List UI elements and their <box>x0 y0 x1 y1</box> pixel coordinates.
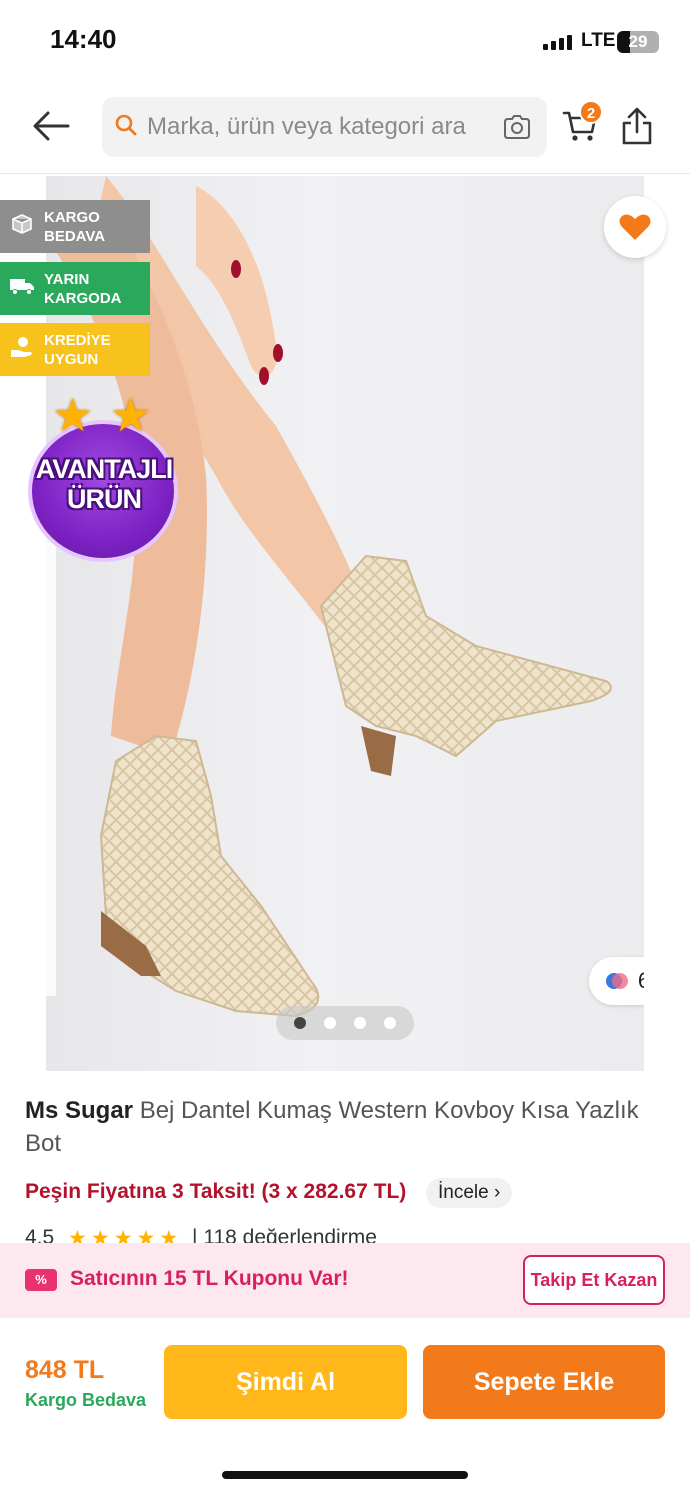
truck-icon <box>0 276 44 302</box>
search-placeholder: Marka, ürün veya kategori ara <box>147 113 466 140</box>
carousel-dot[interactable] <box>324 1017 336 1029</box>
signal-icon <box>543 34 572 50</box>
incele-label: İncele <box>438 1182 489 1203</box>
price: 848 TL <box>25 1356 105 1384</box>
review-count: | 118 değerlendirme <box>192 1226 377 1244</box>
search-bar[interactable]: Marka, ürün veya kategori ara <box>102 97 547 157</box>
box-icon <box>0 213 44 241</box>
add-to-cart-button[interactable]: Sepete Ekle <box>423 1345 665 1419</box>
buy-now-button[interactable]: Şimdi Al <box>164 1345 407 1419</box>
credit-eligible-badge: KREDİYE UYGUN <box>0 323 150 376</box>
product-title: Ms Sugar Bej Dantel Kumaş Western Kovboy… <box>25 1094 665 1160</box>
status-bar: 14:40 LTE 29 <box>0 0 690 84</box>
seller-coupon-banner: % Satıcının 15 TL Kuponu Var! Takip Et K… <box>0 1243 690 1317</box>
carousel-dot[interactable] <box>354 1017 366 1029</box>
product-detail-page: 14:40 LTE 29 Marka, ürün veya kategori a… <box>0 0 690 1493</box>
home-indicator[interactable] <box>222 1471 468 1479</box>
heart-icon <box>619 214 651 240</box>
variant-count: 6 <box>638 968 644 994</box>
carousel-dot[interactable] <box>294 1017 306 1029</box>
free-shipping-label: KARGO BEDAVA <box>44 208 106 245</box>
battery-level: 29 <box>628 32 648 51</box>
coupon-icon: % <box>25 1269 57 1291</box>
status-time: 14:40 <box>50 24 117 54</box>
free-shipping-text: Kargo Bedava <box>25 1390 147 1410</box>
star-icon: ★ <box>110 389 152 441</box>
sticker-line1: AVANTAJLI <box>35 454 174 484</box>
follow-and-earn-button[interactable]: Takip Et Kazan <box>523 1255 665 1305</box>
chevron-right-icon: › <box>493 1182 501 1203</box>
rating-row[interactable]: 4.5 ★★★★★ | 118 değerlendirme <box>25 1226 665 1244</box>
camera-icon[interactable] <box>502 113 532 141</box>
advantageous-product-sticker: ★ ★ AVANTAJLI ÜRÜN <box>16 392 192 564</box>
free-shipping-badge: KARGO BEDAVA <box>0 200 150 253</box>
cart-count-badge: 2 <box>579 100 603 124</box>
search-icon <box>115 114 137 136</box>
coupon-text: Satıcının 15 TL Kuponu Var! <box>70 1267 349 1290</box>
rating-value: 4.5 <box>25 1226 55 1244</box>
next-day-shipping-badge: YARIN KARGODA <box>0 262 150 315</box>
bottom-action-bar: 848 TL Kargo Bedava Şimdi Al Sepete Ekle <box>0 1317 690 1493</box>
favorite-button[interactable] <box>604 196 666 258</box>
share-icon[interactable] <box>620 106 654 146</box>
battery-icon: 29 <box>617 31 659 53</box>
carousel-dots[interactable] <box>276 1006 414 1040</box>
color-variants-icon <box>605 973 628 989</box>
installment-text: Peşin Fiyatına 3 Taksit! (3 x 282.67 TL) <box>25 1180 407 1203</box>
next-day-shipping-label: YARIN KARGODA <box>44 270 122 307</box>
top-navigation: Marka, ürün veya kategori ara 2 <box>0 90 690 170</box>
color-variants-button[interactable]: 6 <box>589 957 644 1005</box>
credit-hand-icon <box>0 336 44 364</box>
brand-name[interactable]: Ms Sugar <box>25 1097 133 1124</box>
credit-eligible-label: KREDİYE UYGUN <box>44 331 111 368</box>
sticker-text: AVANTAJLI ÜRÜN <box>16 454 192 514</box>
back-arrow-icon[interactable] <box>28 106 74 146</box>
sticker-line2: ÜRÜN <box>67 484 142 514</box>
star-icon: ★ <box>52 389 94 441</box>
installment-details-button[interactable]: İncele › <box>426 1178 513 1208</box>
network-type: LTE <box>581 30 616 51</box>
header-divider <box>0 173 690 174</box>
rating-stars-icon: ★★★★★ <box>68 1227 183 1244</box>
carousel-dot[interactable] <box>384 1017 396 1029</box>
